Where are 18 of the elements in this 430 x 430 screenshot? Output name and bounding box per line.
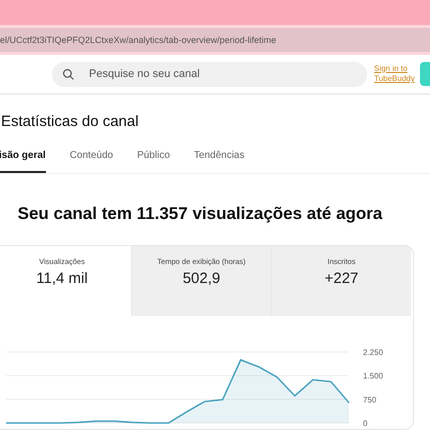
address-bar[interactable]: el/UCctf2t3iTIQePFQ2LCtxeXw/analytics/tab-overview/period-lifetime: [0, 28, 430, 52]
headline: Seu canal tem 11.357 visualizações até agora: [16, 204, 384, 224]
extension-button[interactable]: [420, 62, 430, 86]
tab[interactable]: Conteúdo: [70, 150, 114, 173]
metric-value: 11,4 mil: [36, 270, 88, 287]
tab[interactable]: Público: [137, 150, 170, 173]
search-field[interactable]: Pesquise no seu canal: [52, 62, 368, 86]
axis-tick-label: 1.500: [363, 372, 384, 381]
tab[interactable]: Tendências: [194, 150, 244, 173]
axis-tick-label: 750: [363, 395, 376, 404]
axis-tick-label: 0: [363, 419, 368, 428]
page-title: Estatísticas do canal: [1, 113, 140, 130]
metric-value: 502,9: [182, 270, 220, 287]
search-icon: [62, 68, 75, 80]
tab[interactable]: isão geral: [0, 150, 46, 173]
axis-tick-label: 2.250: [363, 348, 384, 357]
sign-in-link[interactable]: Sign in to TubeBuddy: [374, 64, 416, 84]
metric-value: +227: [324, 270, 358, 287]
